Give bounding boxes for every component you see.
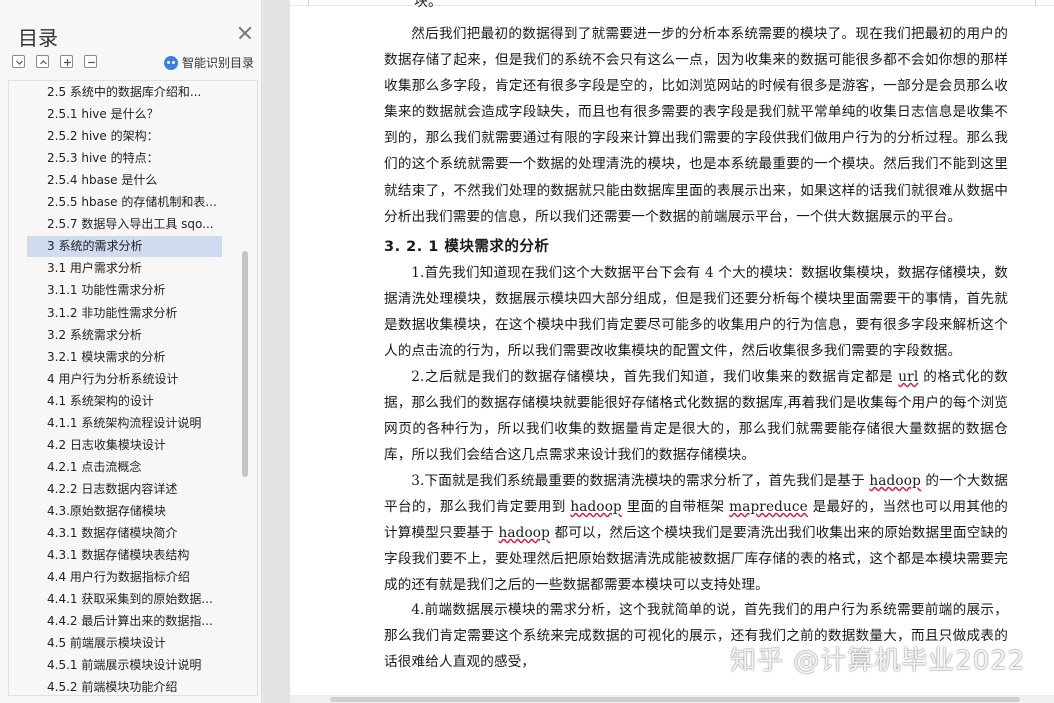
toc-item[interactable]: 2.5 系统中的数据库介绍和... [27, 82, 222, 103]
toc-item[interactable]: 4.3.1 数据存储模块简介 [27, 523, 222, 544]
text-run: 3.下面就是我们系统最重要的数据清洗模块的需求分析了，首先我们是基于 [411, 473, 870, 489]
document-area: 块。 然后我们把最初的数据得到了就需要进一步的分析本系统需要的模块了。现在我们把… [263, 0, 1054, 703]
toc-item[interactable]: 2.5.2 hive 的架构： [27, 126, 222, 147]
toc-item[interactable]: 4.2 日志收集模块设计 [27, 435, 222, 456]
close-icon[interactable] [236, 24, 254, 42]
toc-item[interactable]: 4.5.1 前端展示模块设计说明 [27, 655, 222, 676]
toc-item[interactable]: 4 用户行为分析系统设计 [27, 369, 222, 390]
toc-item[interactable]: 4.2.1 点击流概念 [27, 457, 222, 478]
toc-item[interactable]: 4.1.1 系统架构流程设计说明 [27, 413, 222, 434]
toc-item[interactable]: 4.5 前端展示模块设计 [27, 633, 222, 654]
margin-marker [1035, 0, 1036, 6]
toc-title: 目录 [18, 26, 58, 50]
toc-item[interactable]: 3.1.2 非功能性需求分析 [27, 303, 222, 324]
section-heading: 3. 2. 1 模块需求的分析 [384, 239, 550, 255]
margin-marker [308, 0, 309, 6]
horizontal-scrollbar-thumb[interactable] [330, 697, 1020, 702]
paragraph: 2.之后就是我们的数据存储模块，首先我们知道，我们收集来的数据肯定都是 url … [384, 364, 1008, 468]
toc-scrollbar[interactable] [242, 251, 248, 477]
toc-item[interactable]: 2.5.4 hbase 是什么 [27, 170, 222, 191]
spellcheck-word: hadoop [570, 499, 622, 516]
toc-panel: 目录 智能识别目录 2.5 系统中的数据库介绍和... 2.5.1 hive 是什… [0, 0, 262, 703]
add-heading-icon[interactable] [60, 55, 73, 68]
toc-item[interactable]: 2.5.3 hive 的特点： [27, 148, 222, 169]
document-page: 块。 然后我们把最初的数据得到了就需要进一步的分析本系统需要的模块了。现在我们把… [290, 0, 1054, 703]
toc-item[interactable]: 4.4.1 获取采集到的原始数据... [27, 589, 222, 610]
toc-item[interactable]: 3.1.1 功能性需求分析 [27, 280, 222, 301]
smart-recognition-icon [164, 55, 178, 70]
paragraph: 3.下面就是我们系统最重要的数据清洗模块的需求分析了，首先我们是基于 hadoo… [384, 468, 1008, 598]
toc-item[interactable]: 4.1 系统架构的设计 [27, 391, 222, 412]
toc-list: 2.5 系统中的数据库介绍和... 2.5.1 hive 是什么？ 2.5.2 hi… [8, 80, 258, 696]
toc-item[interactable]: 4.3.1 数据存储模块表结构 [27, 545, 222, 566]
toc-item[interactable]: 4.4.2 最后计算出来的数据指... [27, 611, 222, 632]
toc-item[interactable]: 4.4 用户行为数据指标介绍 [27, 567, 222, 588]
toc-item[interactable]: 3 系统的需求分析 [27, 236, 222, 258]
toc-item[interactable]: 4.5.2 前端模块功能介绍 [27, 677, 222, 695]
smart-toc-button[interactable]: 智能识别目录 [164, 54, 254, 71]
remove-heading-icon[interactable] [84, 55, 97, 68]
text-run: 里面的自带框架 [621, 499, 730, 516]
toc-item[interactable]: 2.5.5 hbase 的存储机制和表... [27, 192, 222, 213]
smart-toc-label: 智能识别目录 [182, 56, 255, 70]
paragraph: 1.首先我们知道现在我们这个大数据平台下会有 4 个大的模块：数据收集模块，数据… [384, 265, 1008, 360]
expand-all-icon[interactable] [36, 55, 49, 68]
paragraph-fragment: 块。 [414, 0, 442, 10]
spellcheck-word: mapreduce [729, 499, 808, 516]
paragraph: 然后我们把最初的数据得到了就需要进一步的分析本系统需要的模块了。现在我们把最初的… [384, 26, 1008, 225]
page-top-edge [290, 0, 1054, 6]
spellcheck-word: hadoop [869, 473, 921, 489]
toc-item[interactable]: 3.1 用户需求分析 [27, 258, 222, 279]
watermark: 知乎 @计算机毕业2022 [730, 646, 1026, 676]
toc-item[interactable]: 4.2.2 日志数据内容详述 [27, 479, 222, 500]
spellcheck-word: url [898, 369, 919, 385]
toc-item[interactable]: 3.2.1 模块需求的分析 [27, 347, 222, 368]
toc-item[interactable]: 4.3.原始数据存储模块 [27, 501, 222, 522]
spellcheck-word: hadoop [498, 525, 550, 542]
document-reader-window: 目录 智能识别目录 2.5 系统中的数据库介绍和... 2.5.1 hive 是什… [0, 0, 1054, 703]
toc-item[interactable]: 2.5.7 数据导入导出工具 sqo... [27, 214, 222, 235]
text-run: 2.之后就是我们的数据存储模块，首先我们知道，我们收集来的数据肯定都是 [411, 369, 899, 385]
toc-item[interactable]: 3.2 系统需求分析 [27, 325, 222, 346]
toc-item[interactable]: 2.5.1 hive 是什么？ [27, 104, 222, 125]
collapse-all-icon[interactable] [12, 55, 25, 68]
